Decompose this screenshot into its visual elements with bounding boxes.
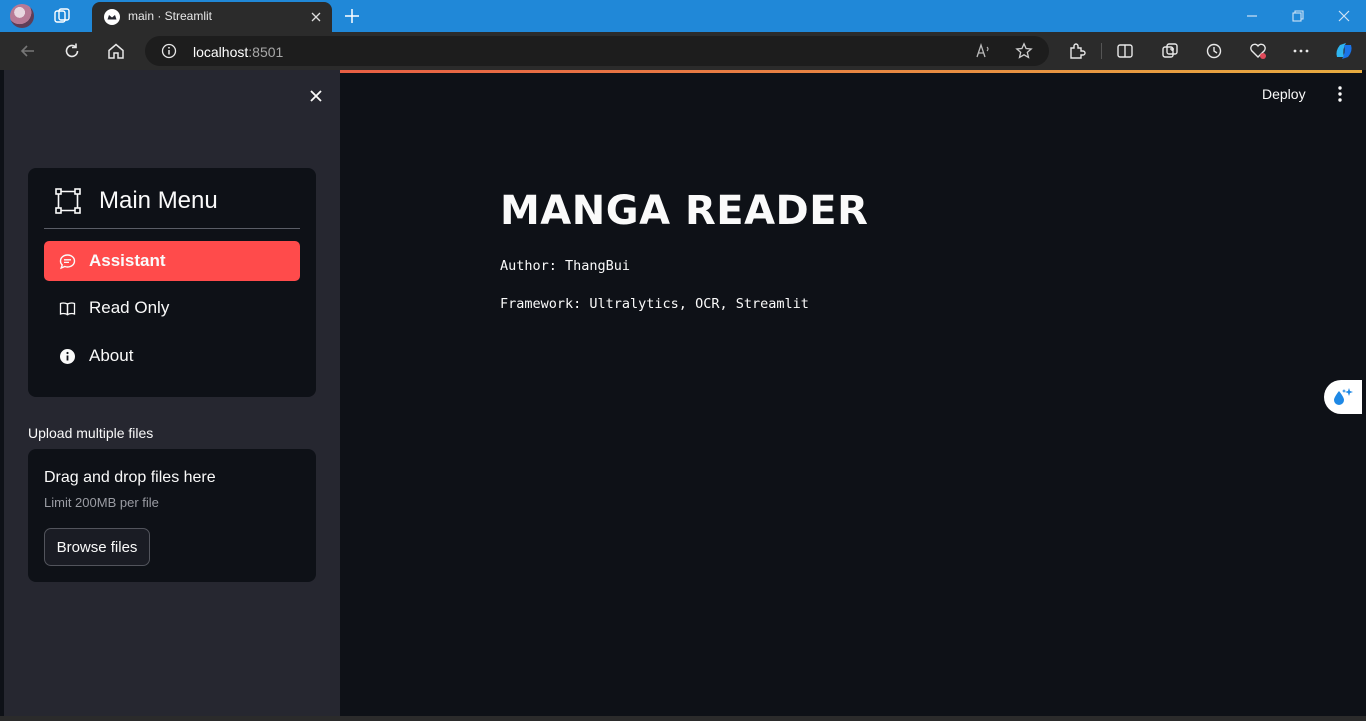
profile-avatar[interactable]	[10, 4, 34, 28]
menu-divider	[44, 228, 300, 229]
address-bar[interactable]: localhost:8501	[145, 36, 1049, 66]
favorite-star-icon[interactable]	[1015, 42, 1033, 60]
streamlit-favicon-icon	[104, 9, 120, 25]
menu-frame-icon	[55, 188, 81, 214]
browser-essentials-icon[interactable]	[1248, 41, 1268, 61]
toolbar-separator	[1101, 43, 1102, 59]
browser-tab-bar: main · Streamlit	[0, 0, 1366, 32]
url-host: localhost	[193, 44, 249, 60]
site-info-icon[interactable]	[161, 43, 177, 59]
close-sidebar-icon[interactable]	[306, 86, 326, 106]
chat-icon	[59, 254, 76, 270]
author-text: Author: ThangBui	[500, 258, 631, 274]
main-menu-kebab-icon[interactable]	[1330, 84, 1350, 104]
dropzone-limit: Limit 200MB per file	[44, 495, 159, 510]
home-icon[interactable]	[106, 41, 126, 61]
option-menu: Main Menu Assistant Read Only About	[28, 168, 316, 397]
menu-item-about[interactable]: About	[44, 336, 300, 376]
browse-files-button[interactable]: Browse files	[44, 528, 150, 566]
info-icon	[60, 349, 75, 364]
menu-item-assistant[interactable]: Assistant	[44, 241, 300, 281]
menu-title: Main Menu	[99, 187, 218, 214]
file-dropzone[interactable]: Drag and drop files here Limit 200MB per…	[28, 449, 316, 582]
read-aloud-icon[interactable]	[975, 42, 993, 60]
browser-toolbar: localhost:8501	[0, 32, 1366, 70]
new-tab-icon[interactable]	[342, 6, 362, 26]
floating-extension-button[interactable]	[1324, 380, 1362, 414]
more-options-icon[interactable]	[1291, 41, 1311, 61]
url-port: :8501	[248, 44, 284, 60]
deploy-button[interactable]: Deploy	[1262, 86, 1306, 102]
tab-title: main · Streamlit	[128, 9, 213, 23]
sidebar: Main Menu Assistant Read Only About Uplo…	[4, 70, 340, 716]
menu-item-read-only[interactable]: Read Only	[44, 288, 300, 328]
collections-icon[interactable]	[1160, 41, 1180, 61]
workspaces-icon[interactable]	[52, 6, 72, 26]
active-tab[interactable]: main · Streamlit	[92, 2, 332, 32]
restore-icon[interactable]	[1290, 8, 1306, 24]
url-text: localhost:8501	[193, 44, 283, 60]
refresh-icon[interactable]	[62, 41, 82, 61]
framework-text: Framework: Ultralytics, OCR, Streamlit	[500, 296, 809, 312]
menu-item-label: Read Only	[89, 298, 170, 317]
copilot-icon[interactable]	[1332, 39, 1356, 63]
streamlit-app: Main Menu Assistant Read Only About Uplo…	[4, 70, 1362, 716]
history-icon[interactable]	[1204, 41, 1224, 61]
split-screen-icon[interactable]	[1115, 41, 1135, 61]
window-bottom-edge	[0, 716, 1366, 721]
page-title: MANGA READER	[500, 188, 869, 234]
minimize-icon[interactable]	[1244, 8, 1260, 24]
back-icon[interactable]	[18, 41, 38, 61]
close-window-icon[interactable]	[1336, 8, 1352, 24]
menu-item-label: About	[89, 346, 134, 365]
water-drop-sparkle-icon	[1334, 388, 1353, 405]
menu-item-label: Assistant	[89, 251, 166, 270]
extensions-icon[interactable]	[1067, 41, 1087, 61]
book-icon	[59, 302, 76, 316]
close-tab-icon[interactable]	[308, 9, 324, 25]
upload-label: Upload multiple files	[28, 425, 154, 441]
dropzone-title: Drag and drop files here	[44, 469, 216, 486]
